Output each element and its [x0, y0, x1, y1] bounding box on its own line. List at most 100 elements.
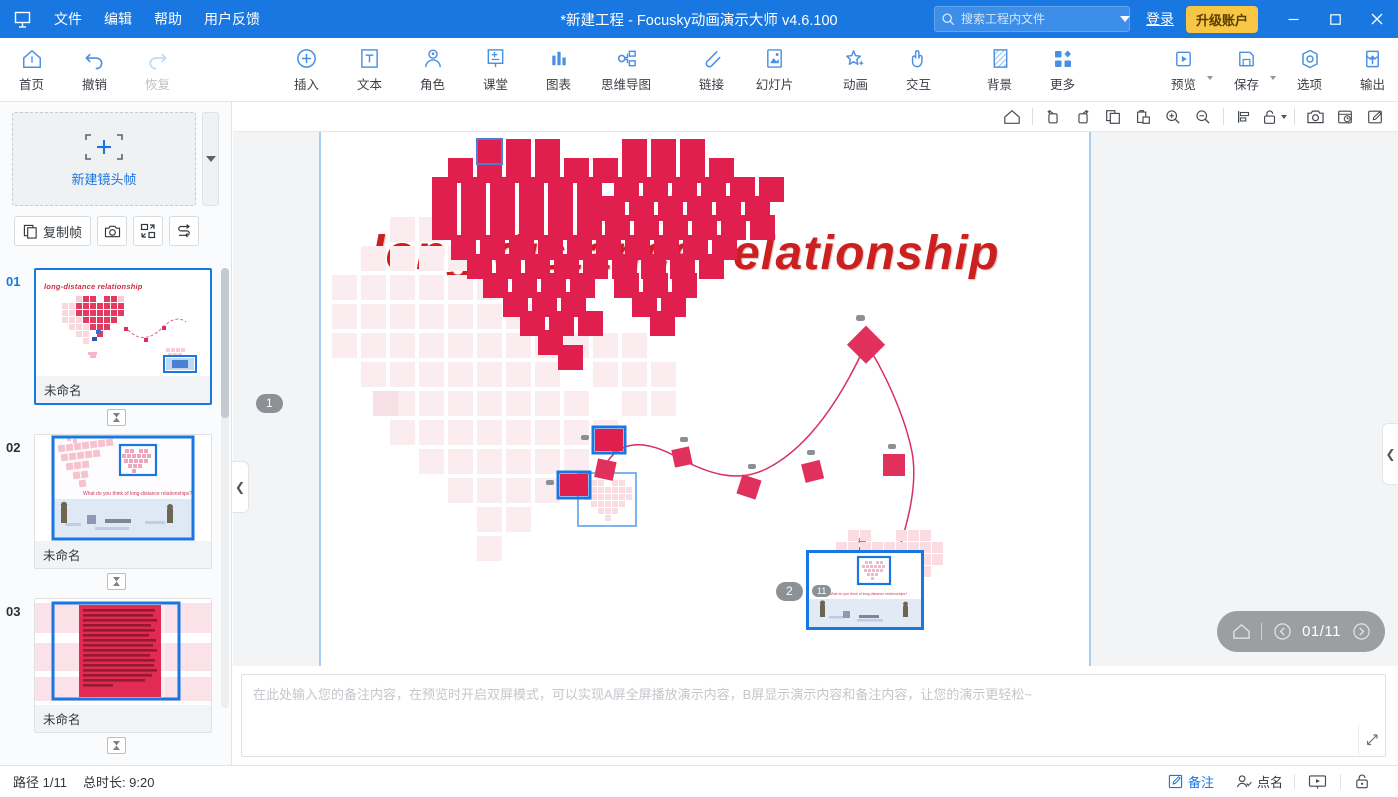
menu-file[interactable]: 文件	[44, 5, 92, 33]
copy-button[interactable]	[1098, 103, 1128, 131]
list-item[interactable]: 03 未命名	[0, 592, 232, 733]
canvas-toolbar	[233, 102, 1398, 132]
slide-name[interactable]: 未命名	[36, 376, 210, 403]
interaction-hand-icon	[908, 47, 929, 71]
notes-expand-button[interactable]	[1358, 725, 1384, 755]
menu-feedback[interactable]: 用户反馈	[194, 5, 270, 33]
search-box[interactable]	[933, 6, 1130, 32]
lock-button[interactable]	[1341, 773, 1384, 790]
slide-transition-2[interactable]	[0, 569, 232, 592]
ribbon-more-label: 更多	[1049, 77, 1075, 92]
ribbon-insert-label: 插入	[293, 77, 319, 92]
capture-frame-button[interactable]	[97, 216, 128, 246]
copy-frame-button[interactable]: 复制帧	[14, 216, 92, 246]
zoom-in-button[interactable]	[1158, 103, 1188, 131]
ribbon-background[interactable]: 背景	[968, 40, 1031, 100]
ribbon-save[interactable]: 保存	[1215, 40, 1278, 100]
rotate-right-button[interactable]	[1068, 103, 1098, 131]
history-button[interactable]	[1330, 103, 1360, 131]
close-button[interactable]	[1356, 0, 1398, 38]
list-item[interactable]: 02 What do you think of long-distance re…	[0, 428, 232, 569]
home-icon[interactable]	[1230, 621, 1252, 643]
ribbon-options[interactable]: 选项	[1278, 40, 1341, 100]
ribbon-undo[interactable]: 撤销	[63, 40, 126, 100]
heart-pixel-art[interactable]	[320, 132, 1090, 666]
frame-marker-2[interactable]: 2	[776, 582, 803, 601]
paste-button[interactable]	[1128, 103, 1158, 131]
slide-card-2[interactable]: What do you think of long-distance relat…	[34, 434, 212, 569]
expand-diagonal-icon	[1366, 734, 1378, 746]
ribbon-preview[interactable]: 预览	[1152, 40, 1215, 100]
minimize-button[interactable]	[1272, 0, 1314, 38]
panel-scrollbar[interactable]	[221, 268, 229, 708]
reorder-frames-button[interactable]	[169, 216, 200, 246]
history-icon	[1338, 110, 1352, 123]
ribbon-slideshow[interactable]: 幻灯片	[743, 40, 806, 100]
align-icon	[1238, 110, 1250, 123]
maximize-button[interactable]	[1314, 0, 1356, 38]
ribbon-chart[interactable]: 图表	[527, 40, 590, 100]
collapse-left-panel-button[interactable]: ❮	[232, 461, 249, 513]
screenshot-button[interactable]	[1300, 103, 1330, 131]
ribbon-redo[interactable]: 恢复	[126, 40, 189, 100]
frames-scroll-down-button[interactable]	[202, 112, 219, 206]
home-outline-icon	[1004, 109, 1020, 124]
status-notes-button[interactable]: 备注	[1157, 772, 1225, 791]
canvas-stage[interactable]: long-distance relationship What do you t…	[233, 132, 1398, 666]
ribbon-text[interactable]: 文本	[338, 40, 401, 100]
slide-name[interactable]: 未命名	[35, 705, 211, 732]
slide-card-1[interactable]: long-distance relationship 未命名	[34, 268, 212, 405]
upgrade-account-button[interactable]: 升级账户	[1185, 5, 1258, 33]
save-disk-icon	[1236, 47, 1257, 71]
chevron-left-circle-icon[interactable]	[1271, 621, 1293, 643]
ribbon-more[interactable]: 更多	[1031, 40, 1094, 100]
ribbon-classroom[interactable]: 课堂	[464, 40, 527, 100]
lock-button[interactable]	[1259, 103, 1289, 131]
presentation-page[interactable]: long-distance relationship What do you t…	[256, 132, 1091, 666]
zoom-out-button[interactable]	[1188, 103, 1218, 131]
list-item[interactable]: 01 long-distance relationship 未命名	[0, 262, 232, 405]
fit-frame-button[interactable]	[133, 216, 164, 246]
slide-name[interactable]: 未命名	[35, 541, 211, 568]
ribbon-interaction[interactable]: 交互	[887, 40, 950, 100]
presenter-mode-button[interactable]	[1295, 774, 1340, 790]
zoom-in-icon	[1166, 109, 1180, 124]
menu-bar: 文件 编辑 帮助 用户反馈	[44, 5, 270, 33]
ribbon-chart-label: 图表	[545, 77, 571, 92]
scrollbar-thumb[interactable]	[221, 268, 229, 418]
slide-list[interactable]: 01 long-distance relationship 未命名 02 Wha…	[0, 262, 232, 765]
menu-edit[interactable]: 编辑	[94, 5, 142, 33]
search-input[interactable]	[960, 12, 1116, 26]
ribbon-export[interactable]: 输出	[1341, 40, 1398, 100]
slide-transition-3[interactable]	[0, 733, 232, 756]
chevron-down-icon[interactable]	[1207, 75, 1213, 80]
canvas-home-button[interactable]	[997, 103, 1027, 131]
ribbon-character[interactable]: 角色	[401, 40, 464, 100]
slide-card-3[interactable]: 未命名	[34, 598, 212, 733]
login-link[interactable]: 登录	[1146, 9, 1174, 29]
slide-transition-1[interactable]	[0, 405, 232, 428]
playback-controls[interactable]: 01/11	[1217, 611, 1385, 652]
chevron-right-circle-icon[interactable]	[1350, 621, 1372, 643]
frame-marker-1[interactable]: 1	[256, 394, 283, 413]
ribbon-link[interactable]: 链接	[680, 40, 743, 100]
ribbon-mindmap[interactable]: 思维导图	[590, 40, 662, 100]
notes-input[interactable]: 在此处输入您的备注内容，在预览时开启双屏模式，可以实现A屏全屏播放演示内容，B屏…	[241, 674, 1386, 757]
redo-icon	[146, 47, 169, 71]
ribbon-insert[interactable]: 插入	[275, 40, 338, 100]
ribbon-home[interactable]: 首页	[0, 40, 63, 100]
new-frame-button[interactable]: 新建镜头帧	[12, 112, 196, 206]
presenter-screen-icon	[1308, 774, 1327, 789]
chevron-down-icon[interactable]	[1270, 75, 1276, 80]
ribbon-animation[interactable]: 动画	[824, 40, 887, 100]
chevron-down-icon[interactable]	[1281, 114, 1287, 119]
status-left: 路径 1/11 总时长: 9:20	[0, 772, 154, 791]
menu-help[interactable]: 帮助	[144, 5, 192, 33]
collapse-right-panel-button[interactable]: ❮	[1382, 423, 1398, 485]
chevron-down-icon[interactable]	[1119, 16, 1130, 22]
hourglass-transition-icon	[106, 737, 126, 754]
align-button[interactable]	[1229, 103, 1259, 131]
status-rollcall-button[interactable]: 点名	[1225, 772, 1294, 791]
edit-button[interactable]	[1360, 103, 1390, 131]
rotate-left-button[interactable]	[1038, 103, 1068, 131]
